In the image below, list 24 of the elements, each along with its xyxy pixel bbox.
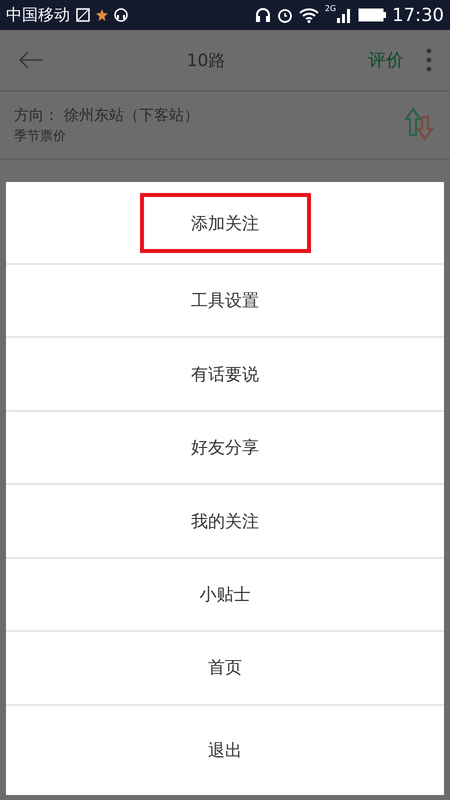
menu-item[interactable]: 我的关注 <box>6 485 444 559</box>
fare-note: 季节票价 <box>14 128 67 144</box>
headphones-icon <box>254 7 271 23</box>
image-icon <box>76 8 90 22</box>
more-icon[interactable] <box>426 48 432 72</box>
page-title: 10路 <box>186 50 226 72</box>
network-type: 2G <box>324 4 336 13</box>
menu-item[interactable]: 工具设置 <box>6 265 444 338</box>
signal-icon <box>336 7 352 23</box>
menu-item[interactable]: 首页 <box>6 632 444 706</box>
clock: 17:30 <box>392 4 444 26</box>
menu-item[interactable]: 好友分享 <box>6 412 444 486</box>
direction-text: 方向： 徐州东站（下客站） <box>14 106 200 124</box>
headset-icon <box>114 8 128 22</box>
alarm-icon <box>276 7 293 23</box>
menu-item[interactable]: 小贴士 <box>6 558 444 632</box>
back-icon[interactable] <box>18 51 44 69</box>
battery-icon <box>358 8 386 22</box>
star-icon <box>96 9 108 21</box>
menu-item[interactable]: 退出 <box>6 706 444 796</box>
menu-item[interactable]: 添加关注 <box>140 193 310 253</box>
menu-item[interactable]: 有话要说 <box>6 338 444 412</box>
carrier-name: 中国移动 <box>6 4 70 26</box>
wifi-icon <box>298 7 319 23</box>
